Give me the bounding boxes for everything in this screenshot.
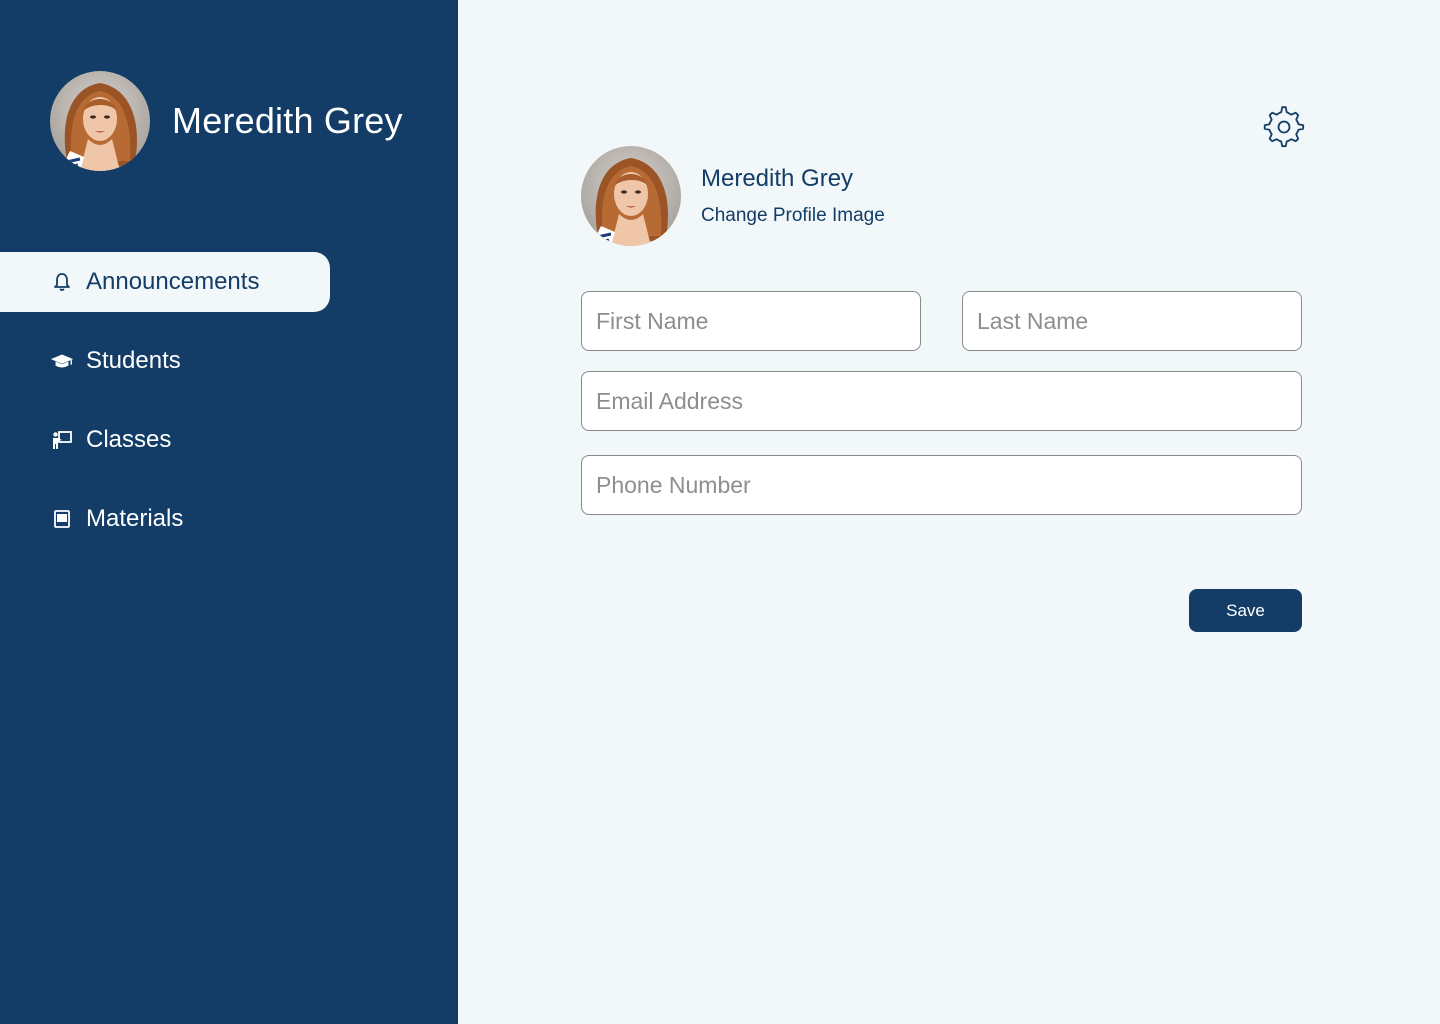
sidebar-item-label: Students <box>86 347 181 374</box>
profile-name: Meredith Grey <box>701 165 854 192</box>
save-button[interactable]: Save <box>1189 589 1302 632</box>
bell-icon <box>50 270 74 294</box>
avatar <box>50 71 150 171</box>
email-field[interactable] <box>581 371 1302 431</box>
first-name-field[interactable] <box>581 291 921 351</box>
sidebar-profile: Meredith Grey <box>50 71 403 171</box>
sidebar-item-label: Announcements <box>86 268 260 295</box>
sidebar-item-label: Classes <box>86 426 172 453</box>
graduation-cap-icon <box>50 349 74 373</box>
presentation-board-icon <box>50 428 74 452</box>
sidebar: Meredith Grey Announcements Students Cla… <box>0 0 458 1024</box>
sidebar-nav: Announcements Students Classes Materials <box>0 252 330 568</box>
sidebar-user-name: Meredith Grey <box>172 100 403 141</box>
book-icon <box>50 507 74 531</box>
sidebar-item-materials[interactable]: Materials <box>0 489 330 549</box>
phone-field[interactable] <box>581 455 1302 515</box>
sidebar-item-classes[interactable]: Classes <box>0 410 330 470</box>
sidebar-item-students[interactable]: Students <box>0 331 330 391</box>
profile-header: Meredith Grey Change Profile Image <box>581 146 885 246</box>
last-name-field[interactable] <box>962 291 1302 351</box>
profile-info: Meredith Grey Change Profile Image <box>701 165 885 227</box>
sidebar-item-announcements[interactable]: Announcements <box>0 252 330 312</box>
gear-icon[interactable] <box>1262 105 1306 149</box>
sidebar-item-label: Materials <box>86 505 184 532</box>
change-profile-image-link[interactable]: Change Profile Image <box>701 205 885 227</box>
avatar <box>581 146 681 246</box>
